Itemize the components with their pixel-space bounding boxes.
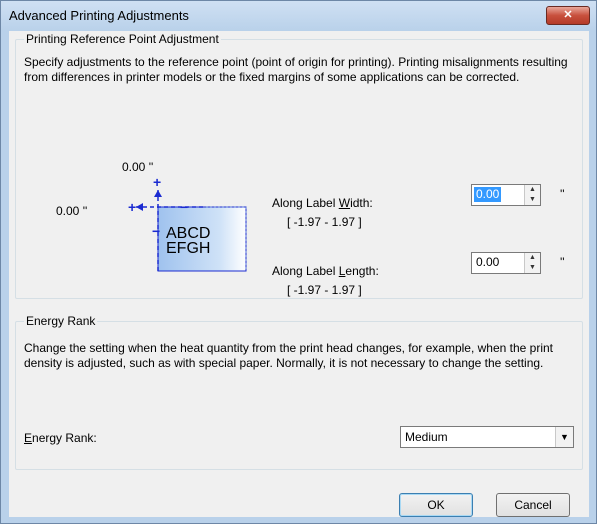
energy-rank-dropdown[interactable]: Medium ▼ [400, 426, 574, 448]
sample-label-text: ABCD EFGH [166, 225, 211, 257]
energy-rank-description: Change the setting when the heat quantit… [24, 341, 554, 370]
spin-up-icon[interactable]: ▲ [525, 253, 540, 263]
svg-text:+: + [128, 199, 136, 215]
window-title: Advanced Printing Adjustments [9, 8, 189, 23]
label-width-spin-buttons[interactable]: ▲ ▼ [524, 185, 540, 205]
svg-text:−: − [180, 199, 188, 215]
energy-rank-label: Energy Rank: [24, 431, 97, 445]
close-button[interactable]: ✕ [546, 6, 590, 25]
reference-point-legend: Printing Reference Point Adjustment [24, 32, 221, 46]
dialog-body: Printing Reference Point Adjustment Spec… [9, 31, 589, 517]
reference-point-diagram: 0.00 '' 0.00 '' + + − − ABCD EFGH [56, 160, 256, 290]
svg-text:−: − [152, 223, 160, 239]
sample-line-2: EFGH [166, 240, 211, 257]
energy-rank-group: Energy Rank Change the setting when the … [15, 314, 583, 470]
spin-down-icon[interactable]: ▼ [525, 195, 540, 205]
ok-button[interactable]: OK [399, 493, 473, 517]
label-length-spinner[interactable]: 0.00 ▲ ▼ [471, 252, 541, 274]
cancel-button[interactable]: Cancel [496, 493, 570, 517]
title-bar[interactable]: Advanced Printing Adjustments ✕ [1, 1, 596, 31]
sample-line-1: ABCD [166, 225, 211, 242]
reference-point-group: Printing Reference Point Adjustment Spec… [15, 32, 583, 299]
label-width-label: Along Label Width: [272, 196, 373, 210]
spin-down-icon[interactable]: ▼ [525, 263, 540, 273]
label-length-range: [ -1.97 - 1.97 ] [287, 283, 362, 297]
label-width-unit: '' [560, 187, 565, 201]
svg-text:+: + [153, 174, 161, 190]
spin-up-icon[interactable]: ▲ [525, 185, 540, 195]
label-length-spin-buttons[interactable]: ▲ ▼ [524, 253, 540, 273]
energy-rank-legend: Energy Rank [24, 314, 98, 328]
close-icon: ✕ [563, 9, 573, 21]
reference-point-description: Specify adjustments to the reference poi… [24, 55, 568, 84]
label-length-unit: '' [560, 255, 565, 269]
label-length-label: Along Label Length: [272, 264, 379, 278]
label-width-spinner[interactable]: 0.00 ▲ ▼ [471, 184, 541, 206]
label-width-range: [ -1.97 - 1.97 ] [287, 215, 362, 229]
label-length-value[interactable]: 0.00 [474, 255, 501, 270]
energy-rank-selected: Medium [405, 430, 448, 444]
reference-arrows-icon: + + − − [128, 174, 247, 272]
chevron-down-icon[interactable]: ▼ [555, 427, 573, 447]
dialog-window: Advanced Printing Adjustments ✕ Printing… [0, 0, 597, 524]
label-width-value[interactable]: 0.00 [474, 187, 502, 202]
